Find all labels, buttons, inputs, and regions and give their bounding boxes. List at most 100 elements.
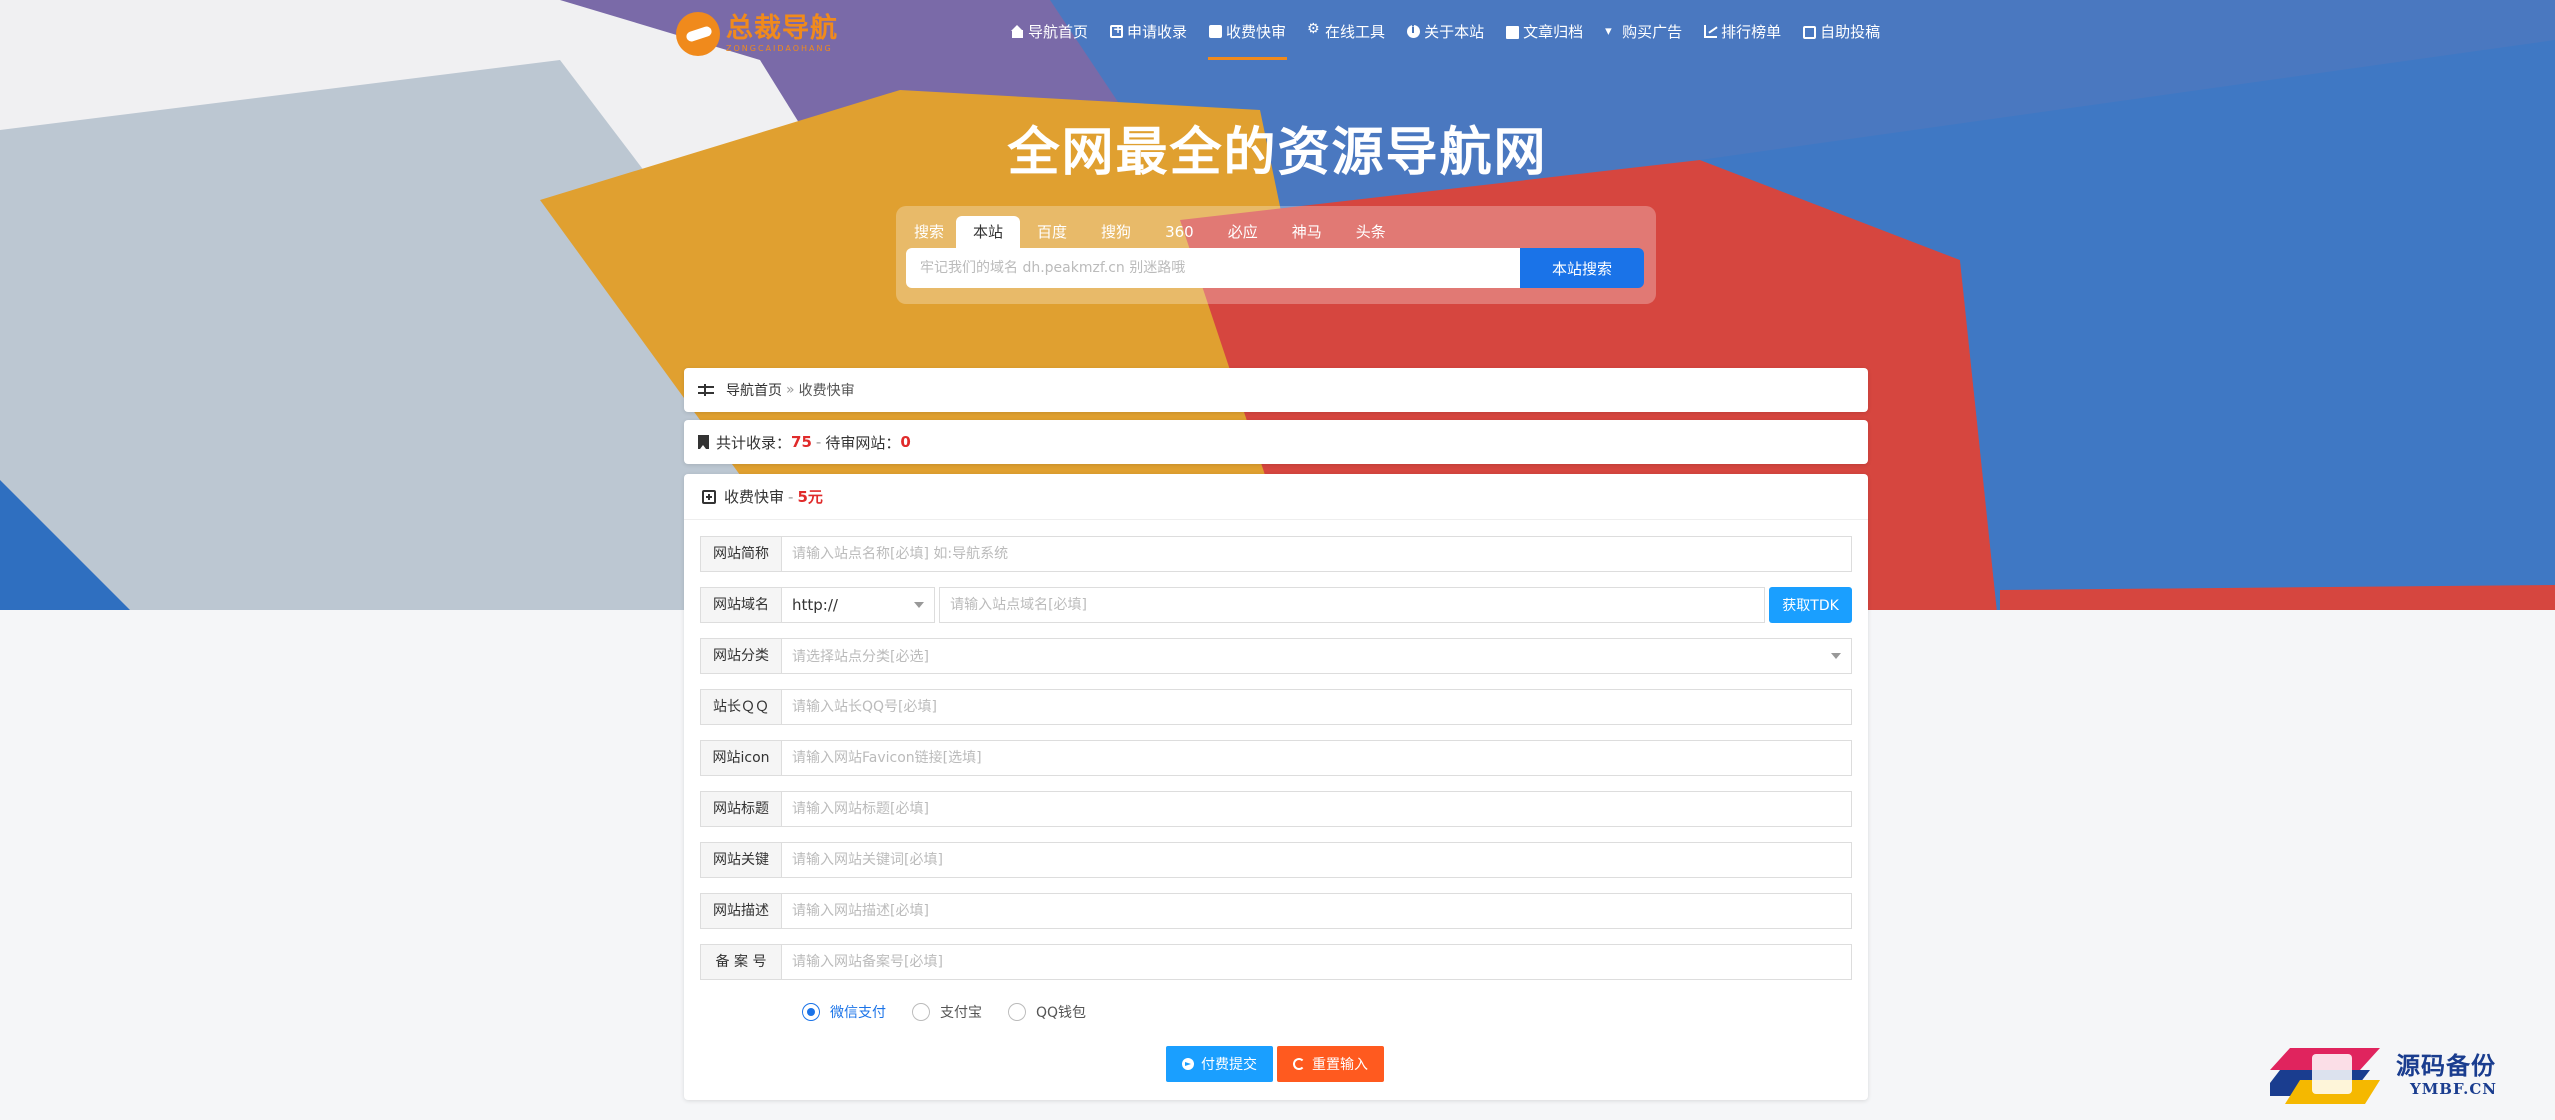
nav-item-about[interactable]: 关于本站	[1396, 0, 1495, 62]
search-engine-tabs: 搜索 本站 百度 搜狗 360 必应 神马 头条	[908, 216, 1403, 248]
search-tab-360[interactable]: 360	[1148, 216, 1211, 248]
top-navigation-bar: 总裁导航 ZONGCAIDAOHANG 导航首页 申请收录 收费快审 在线工具 …	[0, 0, 2555, 62]
watermark-logo: 源码备份 YMBF.CN	[2260, 1040, 2540, 1112]
search-tabs-label: 搜索	[914, 223, 945, 241]
send-icon	[1182, 1058, 1194, 1070]
reset-button[interactable]: 重置输入	[1277, 1046, 1384, 1082]
cogs-icon	[1307, 21, 1321, 38]
nav-label: 自助投稿	[1820, 22, 1881, 41]
search-tab-bing[interactable]: 必应	[1211, 216, 1275, 248]
row-icp: 备 案 号	[700, 944, 1852, 980]
nav-label: 在线工具	[1325, 22, 1386, 41]
form-title: 收费快审	[724, 488, 785, 506]
nav-item-home[interactable]: 导航首页	[1000, 0, 1099, 62]
icp-label: 备 案 号	[700, 944, 782, 980]
search-input[interactable]	[906, 248, 1526, 288]
get-tdk-button[interactable]: 获取TDK	[1769, 587, 1852, 623]
total-count: 75	[791, 433, 812, 451]
payment-wechat-radio[interactable]: 微信支付	[802, 1002, 886, 1022]
search-box: 搜索 本站 百度 搜狗 360 必应 神马 头条 本站搜索	[896, 206, 1656, 304]
document-icon	[1209, 24, 1223, 38]
watermark-icon	[2260, 1048, 2380, 1104]
search-tab-site[interactable]: 本站	[956, 216, 1021, 248]
qq-label: 站长ＱＱ	[700, 689, 782, 725]
nav-label: 关于本站	[1424, 22, 1485, 41]
site-name-label: 网站简称	[700, 536, 782, 572]
row-domain: 网站域名 http:// 获取TDK	[700, 587, 1852, 623]
refresh-icon	[1293, 1058, 1305, 1070]
radio-unchecked-icon	[912, 1003, 930, 1021]
envelope-open-icon	[1803, 25, 1817, 39]
plus-square-icon	[1110, 22, 1123, 38]
nav-item-ads[interactable]: ▾ 购买广告	[1594, 0, 1693, 62]
pending-label: 待审网站：	[825, 433, 901, 452]
title-input[interactable]	[782, 791, 1852, 827]
search-tab-shenma[interactable]: 神马	[1275, 216, 1339, 248]
qq-input[interactable]	[782, 689, 1852, 725]
form-price: 5元	[797, 488, 823, 506]
reset-label: 重置输入	[1312, 1057, 1368, 1073]
domain-input[interactable]	[939, 587, 1766, 623]
breadcrumb-separator: »	[786, 382, 795, 398]
row-category: 网站分类 请选择站点分类[必选]	[700, 638, 1852, 674]
nav-item-apply[interactable]: 申请收录	[1099, 0, 1198, 62]
nav-label: 导航首页	[1028, 22, 1089, 41]
nav-item-paid-review[interactable]: 收费快审	[1198, 0, 1297, 62]
nav-item-submit[interactable]: 自助投稿	[1792, 0, 1891, 62]
payment-qqwallet-radio[interactable]: QQ钱包	[1008, 1002, 1086, 1022]
icon-label: 网站icon	[700, 740, 782, 776]
breadcrumb-current: 收费快审	[798, 383, 855, 399]
chevron-down-icon	[914, 602, 925, 608]
row-site-name: 网站简称	[700, 536, 1852, 572]
form-header: 收费快审 - 5元	[684, 474, 1868, 520]
search-tab-baidu[interactable]: 百度	[1020, 216, 1084, 248]
search-button[interactable]: 本站搜索	[1520, 248, 1644, 288]
pending-count: 0	[900, 433, 911, 451]
nav-label: 购买广告	[1622, 22, 1683, 41]
watermark-subtitle: YMBF.CN	[2410, 1080, 2498, 1098]
form-title-separator: -	[788, 487, 794, 506]
stats-separator: -	[815, 433, 822, 451]
description-label: 网站描述	[700, 893, 782, 929]
favicon-input[interactable]	[782, 740, 1852, 776]
category-select[interactable]: 请选择站点分类[必选]	[782, 638, 1852, 674]
form-actions: 付费提交 重置输入	[1166, 1046, 1388, 1082]
breadcrumb-home[interactable]: 导航首页	[726, 380, 782, 400]
keywords-input[interactable]	[782, 842, 1852, 878]
payment-alipay-radio[interactable]: 支付宝	[912, 1002, 982, 1022]
submit-label: 付费提交	[1201, 1057, 1257, 1073]
hero-title: 全网最全的资源导航网	[1007, 123, 1548, 183]
paid-review-form: 收费快审 - 5元 网站简称 网站域名 http:// 获取TDK 网站分类 请…	[684, 474, 1868, 1100]
title-label: 网站标题	[700, 791, 782, 827]
category-placeholder: 请选择站点分类[必选]	[792, 649, 929, 665]
paid-submit-button[interactable]: 付费提交	[1166, 1046, 1273, 1082]
total-label: 共计收录：	[716, 433, 792, 452]
row-description: 网站描述	[700, 893, 1852, 929]
logo-icon	[676, 12, 720, 56]
row-title: 网站标题	[700, 791, 1852, 827]
stats-bar: 共计收录： 75 - 待审网站： 0	[684, 420, 1868, 464]
description-input[interactable]	[782, 893, 1852, 929]
row-keywords: 网站关键	[700, 842, 1852, 878]
sliders-icon	[698, 384, 714, 396]
info-icon	[1407, 23, 1421, 38]
chevron-down-icon	[1831, 653, 1841, 659]
search-tab-toutiao[interactable]: 头条	[1339, 216, 1403, 248]
row-qq: 站长ＱＱ	[700, 689, 1852, 725]
cart-icon: ▾	[1605, 23, 1612, 39]
main-nav: 导航首页 申请收录 收费快审 在线工具 关于本站 文章归档 ▾ 购买广告 排行榜单…	[1000, 0, 1891, 62]
protocol-select[interactable]: http://	[782, 587, 936, 623]
breadcrumb: 导航首页 » 收费快审	[684, 368, 1868, 412]
nav-item-ranking[interactable]: 排行榜单	[1693, 0, 1792, 62]
home-icon	[1011, 24, 1024, 38]
nav-item-tools[interactable]: 在线工具	[1297, 0, 1396, 62]
site-logo[interactable]: 总裁导航 ZONGCAIDAOHANG	[676, 12, 838, 56]
protocol-value: http://	[792, 596, 838, 614]
nav-label: 申请收录	[1127, 22, 1188, 41]
nav-item-archive[interactable]: 文章归档	[1495, 0, 1594, 62]
row-icon: 网站icon	[700, 740, 1852, 776]
site-name-input[interactable]	[782, 536, 1852, 572]
icp-input[interactable]	[782, 944, 1852, 980]
watermark-title: 源码备份	[2396, 1051, 2496, 1080]
search-tab-sogou[interactable]: 搜狗	[1084, 216, 1148, 248]
